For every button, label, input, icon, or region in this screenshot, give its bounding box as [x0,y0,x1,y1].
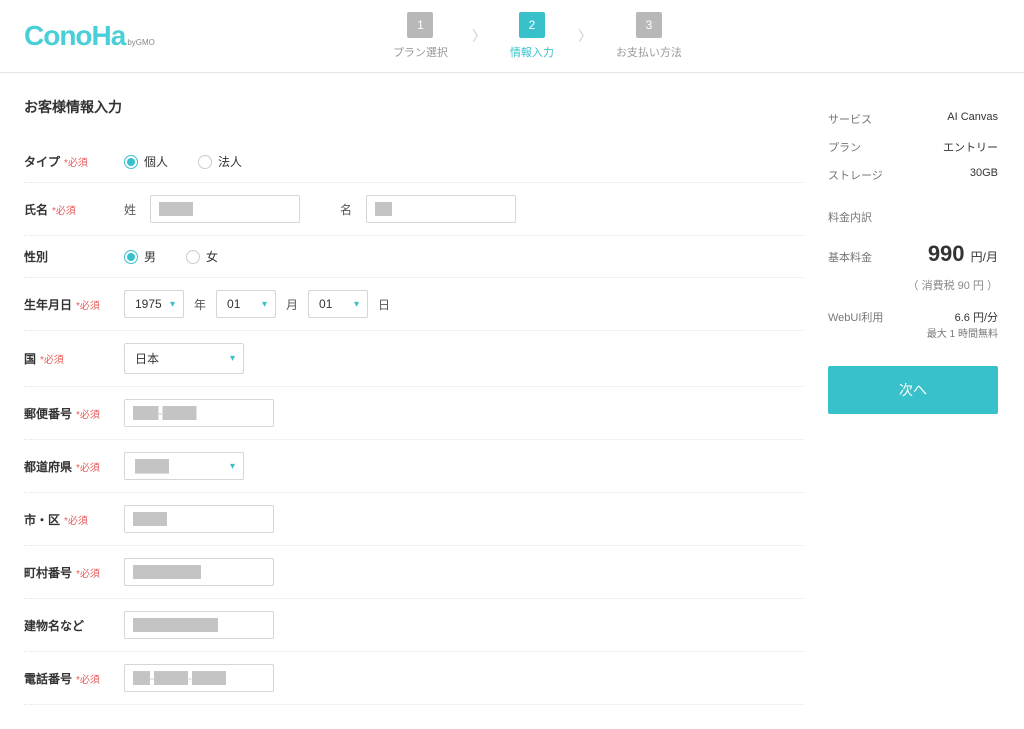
step-indicator: 1 プラン選択 〉 2 情報入力 〉 3 お支払い方法 [195,12,880,60]
label-prefecture: 都道府県*必須 [24,458,124,475]
chevron-down-icon: ▾ [170,299,175,310]
step-label: 情報入力 [510,44,554,60]
row-city: 市・区*必須 [24,493,804,546]
select-year[interactable]: 1975▾ [124,290,184,318]
summary-storage-value: 30GB [970,167,998,183]
header: ConoHa byGMO 1 プラン選択 〉 2 情報入力 〉 3 お支払い方法 [0,0,1024,73]
label-building: 建物名など [24,617,124,634]
chevron-down-icon: ▾ [262,299,267,310]
step-number: 2 [519,12,545,38]
step-label: お支払い方法 [616,44,682,60]
row-prefecture: 都道府県*必須 ████▾ [24,440,804,493]
input-building[interactable] [124,611,274,639]
row-phone: 電話番号*必須 [24,652,804,705]
chevron-down-icon: ▾ [230,353,235,364]
summary-plan-value: エントリー [943,139,998,155]
tax-note: （ 消費税 90 円 ） [828,277,998,293]
input-postal[interactable] [124,399,274,427]
input-givenname[interactable] [366,195,516,223]
chevron-right-icon: 〉 [578,26,592,46]
input-phone[interactable] [124,664,274,692]
label-givenname: 名 [340,201,352,218]
base-price-value: 990 円/月 [928,241,998,267]
label-name: 氏名*必須 [24,201,124,218]
row-street: 町村番号*必須 [24,546,804,599]
input-city[interactable] [124,505,274,533]
next-button[interactable]: 次へ [828,366,998,414]
input-street[interactable] [124,558,274,586]
radio-corporate[interactable]: 法人 [198,153,242,170]
chevron-down-icon: ▾ [354,299,359,310]
label-surname: 姓 [124,201,136,218]
logo-subtext: byGMO [127,38,155,47]
row-country: 国*必須 日本▾ [24,331,804,387]
section-title: お客様情報入力 [24,97,804,117]
label-country: 国*必須 [24,350,124,367]
select-prefecture[interactable]: ████▾ [124,452,244,480]
summary-plan-label: プラン [828,139,861,155]
step-payment: 3 お支払い方法 [616,12,682,60]
label-type: タイプ*必須 [24,153,124,170]
step-label: プラン選択 [393,44,448,60]
logo: ConoHa byGMO [24,20,155,52]
radio-individual[interactable]: 個人 [124,153,168,170]
select-day[interactable]: 01▾ [308,290,368,318]
radio-male[interactable]: 男 [124,248,156,265]
label-street: 町村番号*必須 [24,564,124,581]
step-plan: 1 プラン選択 [393,12,448,60]
step-number: 1 [407,12,433,38]
row-gender: 性別 男 女 [24,236,804,278]
radio-female[interactable]: 女 [186,248,218,265]
row-birth: 生年月日*必須 1975▾ 年 01▾ 月 01▾ 日 [24,278,804,331]
label-phone: 電話番号*必須 [24,670,124,687]
step-info: 2 情報入力 [510,12,554,60]
chevron-down-icon: ▾ [230,461,235,472]
plan-summary: サービス AI Canvas プラン エントリー ストレージ 30GB 料金内訳 基本… [828,97,998,705]
webui-value: 6.6 円/分 最大 1 時間無料 [927,309,998,340]
label-birth: 生年月日*必須 [24,296,124,313]
input-surname[interactable] [150,195,300,223]
select-month[interactable]: 01▾ [216,290,276,318]
select-country[interactable]: 日本▾ [124,343,244,374]
step-number: 3 [636,12,662,38]
summary-service-label: サービス [828,111,872,127]
label-gender: 性別 [24,248,124,265]
chevron-right-icon: 〉 [472,26,486,46]
label-city: 市・区*必須 [24,511,124,528]
form-main: お客様情報入力 タイプ*必須 個人 法人 氏名*必須 姓 名 性別 男 女 [24,97,804,705]
base-price-label: 基本料金 [828,249,872,265]
logo-text: ConoHa [24,20,125,52]
label-postal: 郵便番号*必須 [24,405,124,422]
row-building: 建物名など [24,599,804,652]
webui-label: WebUI利用 [828,309,883,325]
row-type: タイプ*必須 個人 法人 [24,141,804,183]
price-breakdown-title: 料金内訳 [828,209,998,225]
summary-storage-label: ストレージ [828,167,883,183]
summary-service-value: AI Canvas [947,111,998,127]
row-postal: 郵便番号*必須 [24,387,804,440]
row-name: 氏名*必須 姓 名 [24,183,804,236]
